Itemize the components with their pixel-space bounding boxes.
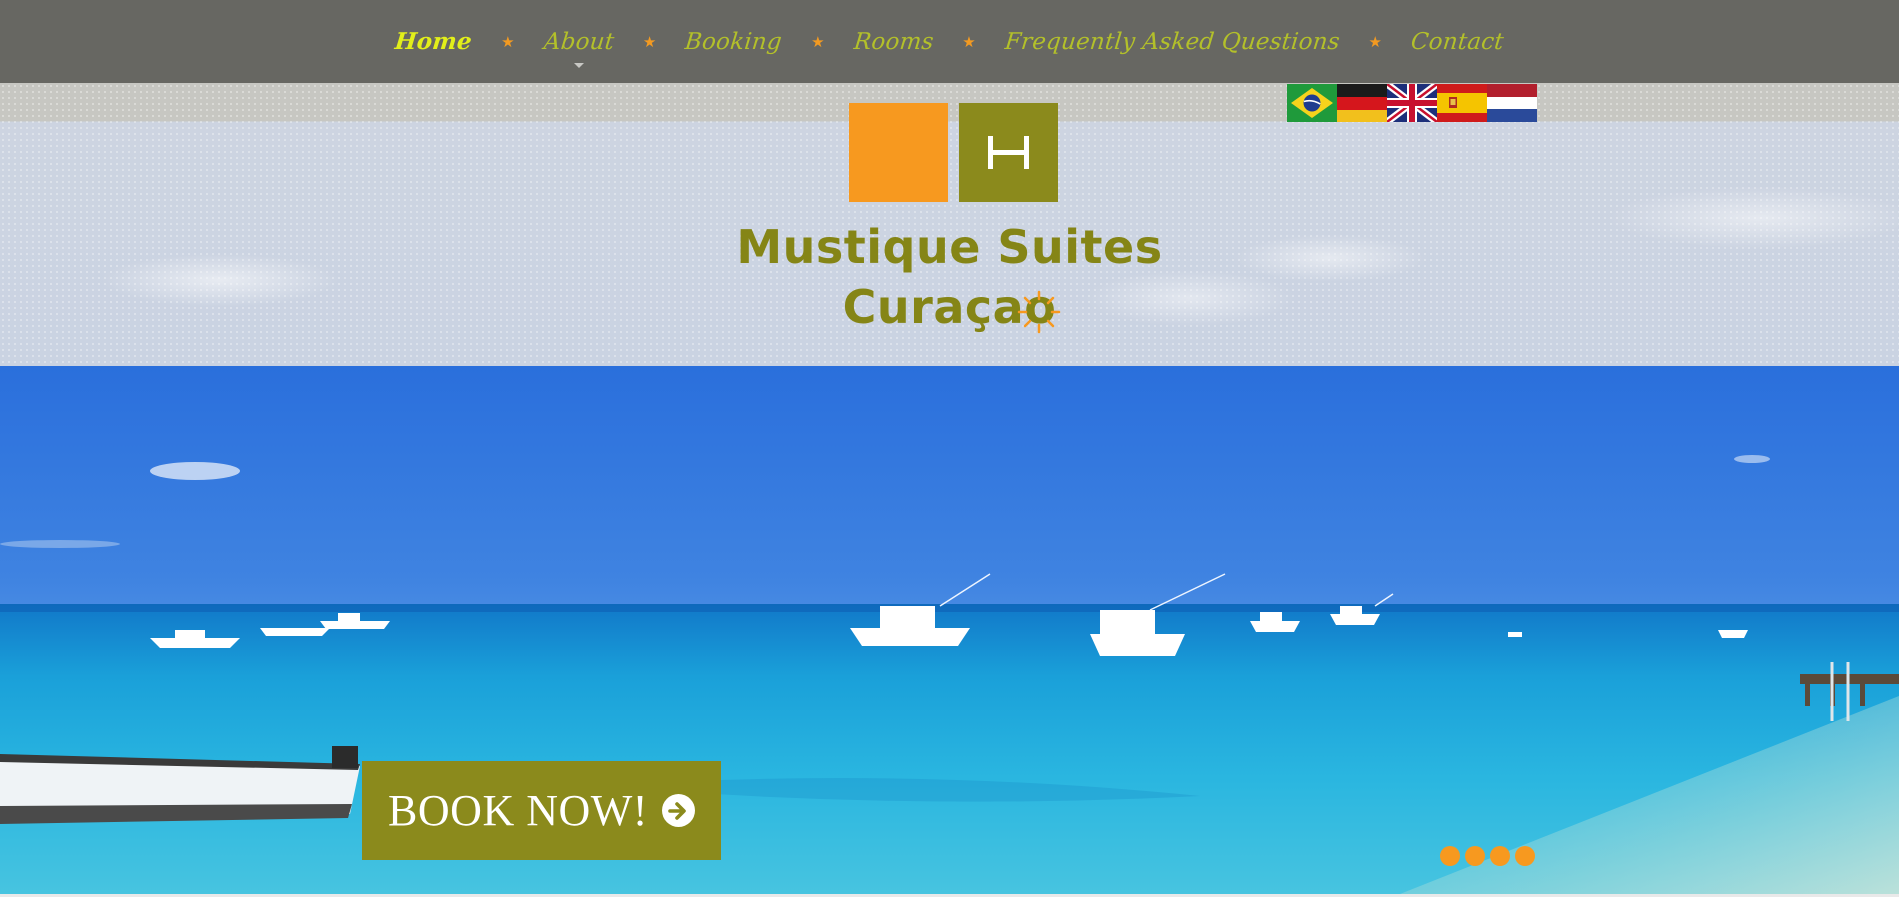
hotel-bed-icon bbox=[959, 103, 1058, 202]
book-now-label: BOOK NOW! bbox=[388, 786, 648, 835]
slide-dot-3[interactable] bbox=[1490, 846, 1510, 866]
language-flags bbox=[1287, 84, 1537, 122]
nav-item-about: About bbox=[538, 29, 619, 68]
main-navbar: Home ★ About ★ Booking ★ Rooms ★ Frequen… bbox=[0, 0, 1899, 83]
nav-separator-star-icon: ★ bbox=[642, 32, 657, 51]
logo-title-line2: Curaçao bbox=[842, 280, 1057, 334]
nav-menu: Home ★ About ★ Booking ★ Rooms ★ Frequen… bbox=[391, 28, 1508, 68]
brazil-flag-icon[interactable] bbox=[1287, 84, 1337, 122]
nav-item-rooms: Rooms bbox=[850, 29, 938, 55]
nav-link-faq[interactable]: Frequently Asked Questions bbox=[999, 29, 1345, 55]
nav-item-booking: Booking bbox=[681, 29, 786, 55]
uk-flag-icon[interactable] bbox=[1387, 84, 1437, 122]
nav-separator-star-icon: ★ bbox=[501, 32, 515, 51]
hero-slider: BOOK NOW! bbox=[0, 366, 1899, 894]
slider-pagination bbox=[1440, 846, 1535, 866]
slide-dot-4[interactable] bbox=[1515, 846, 1535, 866]
submenu-caret-icon bbox=[573, 62, 584, 68]
site-header: Mustique Suites Curaçao bbox=[0, 83, 1899, 366]
hero-beach-image bbox=[0, 455, 1899, 894]
nav-separator-star-icon: ★ bbox=[811, 32, 825, 51]
sun-icon bbox=[1017, 290, 1061, 334]
nav-item-contact: Contact bbox=[1407, 29, 1508, 55]
nav-separator-star-icon: ★ bbox=[1368, 32, 1382, 51]
nav-link-contact[interactable]: Contact bbox=[1406, 29, 1509, 55]
netherlands-flag-icon[interactable] bbox=[1487, 84, 1537, 122]
slide-dot-2[interactable] bbox=[1465, 846, 1485, 866]
nav-link-home[interactable]: Home bbox=[390, 28, 478, 55]
spain-flag-icon[interactable] bbox=[1437, 84, 1487, 122]
germany-flag-icon[interactable] bbox=[1337, 84, 1387, 122]
nav-item-home: Home bbox=[391, 28, 476, 55]
nav-item-faq: Frequently Asked Questions bbox=[1001, 29, 1344, 55]
nav-link-booking[interactable]: Booking bbox=[680, 29, 788, 55]
nav-link-rooms[interactable]: Rooms bbox=[848, 29, 938, 55]
nav-separator-star-icon: ★ bbox=[962, 32, 976, 51]
orange-square-icon bbox=[849, 103, 948, 202]
book-now-button[interactable]: BOOK NOW! bbox=[362, 761, 721, 860]
arrow-circle-right-icon bbox=[661, 794, 695, 827]
nav-link-about[interactable]: About bbox=[538, 29, 619, 55]
logo-title-line1: Mustique Suites bbox=[736, 220, 1163, 274]
slide-dot-1[interactable] bbox=[1440, 846, 1460, 866]
site-logo[interactable]: Mustique Suites Curaçao bbox=[0, 83, 1899, 366]
